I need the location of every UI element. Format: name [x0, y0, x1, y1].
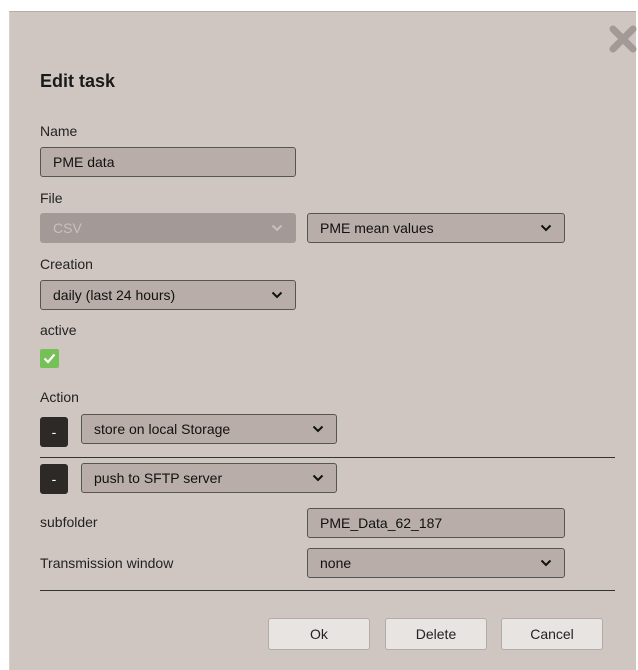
delete-button[interactable]: Delete	[385, 618, 487, 650]
name-input-value: PME data	[53, 154, 115, 170]
checkmark-icon	[43, 353, 56, 364]
action-select-1[interactable]: store on local Storage	[81, 414, 337, 444]
transmission-window-label: Transmission window	[40, 555, 174, 571]
close-icon[interactable]	[609, 25, 637, 53]
file-source-value: PME mean values	[320, 220, 434, 236]
chevron-down-icon	[271, 224, 283, 232]
chevron-down-icon	[540, 559, 552, 567]
active-checkbox[interactable]	[40, 349, 59, 368]
action-select-2-value: push to SFTP server	[94, 470, 223, 486]
footer-divider	[40, 590, 615, 591]
subfolder-label: subfolder	[40, 514, 98, 530]
remove-action-button[interactable]: -	[40, 464, 68, 494]
subfolder-value: PME_Data_62_187	[320, 515, 443, 531]
action-select-1-value: store on local Storage	[94, 421, 231, 437]
edit-task-dialog: Edit task Name PME data File CSV PME mea…	[9, 11, 637, 670]
file-label: File	[40, 190, 63, 206]
cancel-button[interactable]: Cancel	[501, 618, 603, 650]
transmission-window-select[interactable]: none	[307, 548, 565, 578]
name-input[interactable]: PME data	[40, 147, 296, 177]
name-label: Name	[40, 123, 78, 139]
file-format-select: CSV	[40, 213, 296, 243]
file-format-value: CSV	[53, 220, 82, 236]
action-select-2[interactable]: push to SFTP server	[81, 463, 337, 493]
chevron-down-icon	[271, 291, 283, 299]
action-divider	[40, 457, 615, 458]
ok-button[interactable]: Ok	[268, 618, 370, 650]
creation-label: Creation	[40, 256, 93, 272]
chevron-down-icon	[312, 425, 324, 433]
transmission-window-value: none	[320, 555, 352, 571]
creation-value: daily (last 24 hours)	[53, 287, 176, 303]
active-label: active	[40, 322, 77, 338]
subfolder-input[interactable]: PME_Data_62_187	[307, 508, 565, 538]
file-source-select[interactable]: PME mean values	[307, 213, 565, 243]
chevron-down-icon	[540, 224, 552, 232]
creation-select[interactable]: daily (last 24 hours)	[40, 280, 296, 310]
dialog-title: Edit task	[40, 71, 116, 91]
chevron-down-icon	[312, 474, 324, 482]
action-label: Action	[40, 389, 79, 405]
remove-action-button[interactable]: -	[40, 417, 68, 447]
